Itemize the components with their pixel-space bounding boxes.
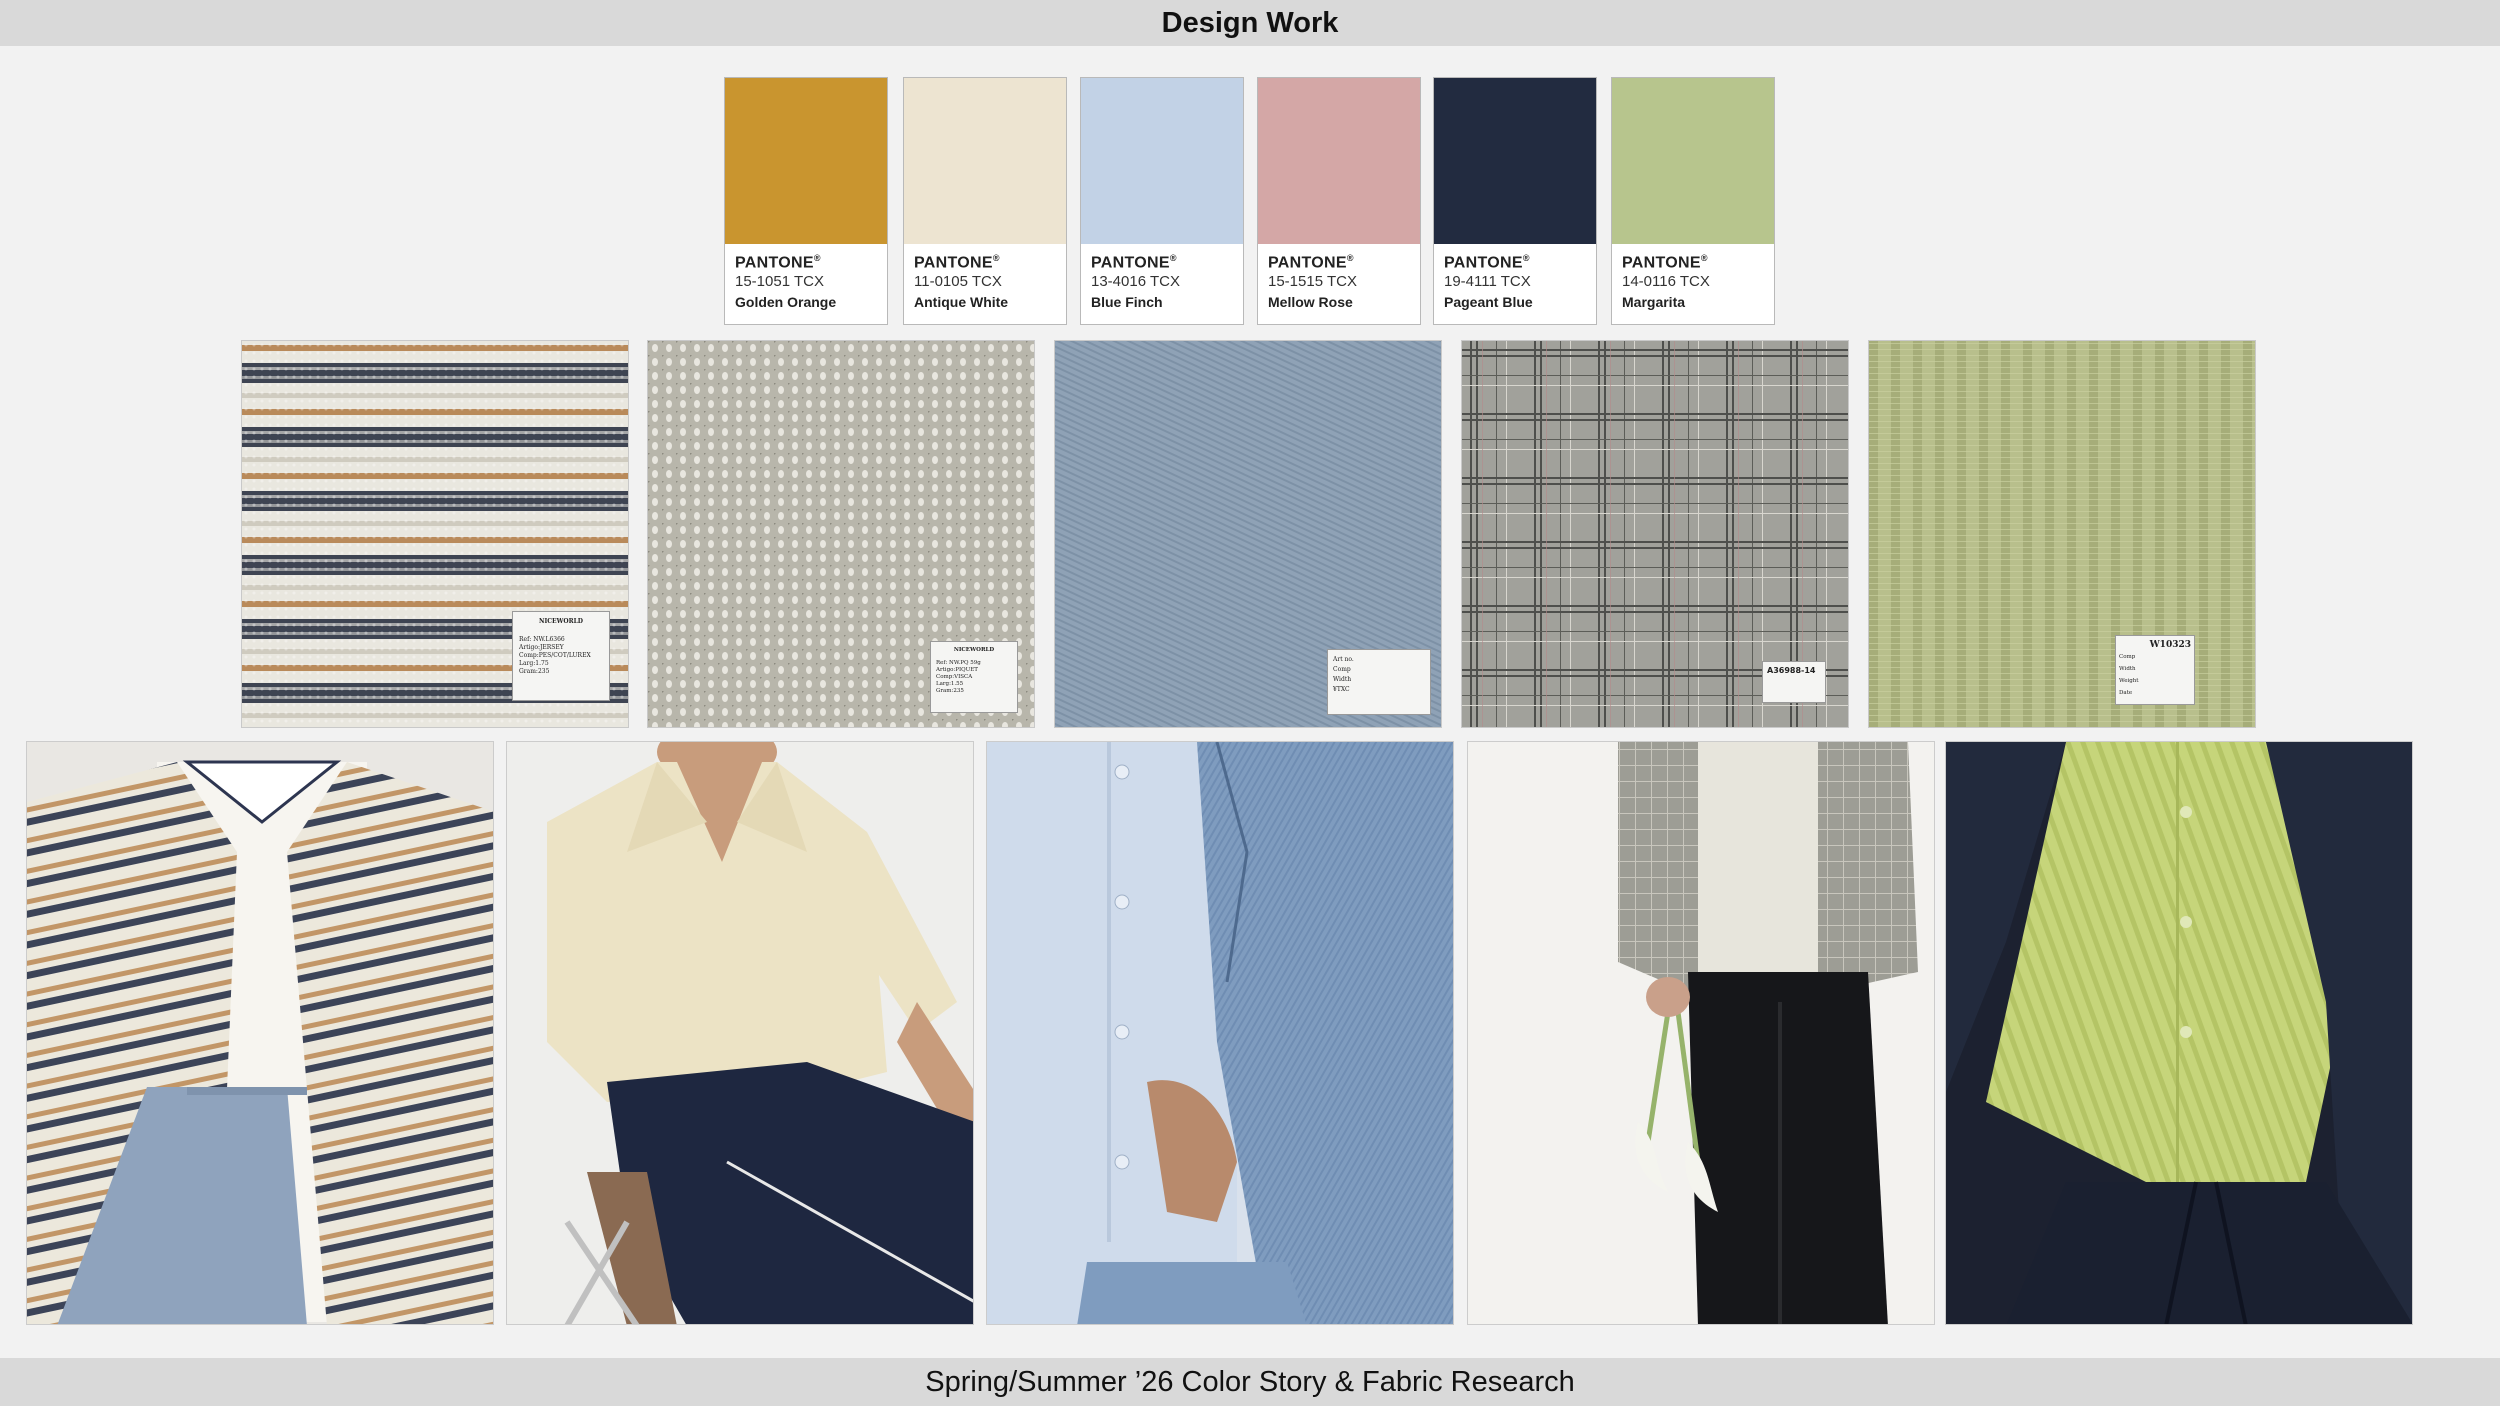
- chip-name: Mellow Rose: [1268, 294, 1353, 311]
- color-swatch: [904, 78, 1066, 244]
- fabric-label-tag: A36988-14: [1762, 661, 1826, 703]
- fabric-swatch-striped-knit: NICEWORLD Ref: NW.L6366 Artigo:JERSEY Co…: [241, 340, 629, 728]
- tag-line: Larg:1.55: [936, 681, 964, 687]
- tag-line: Comp:PES/COT/LUREX: [519, 652, 591, 659]
- chip-code: 13-4016 TCX: [1091, 273, 1180, 291]
- chip-code: 11-0105 TCX: [914, 273, 1002, 291]
- pantone-chip-antique-white: PANTONE® 11-0105 TCX Antique White: [903, 77, 1067, 325]
- cream-knit-polo-look-image: [507, 742, 973, 1324]
- chip-brand: PANTONE®: [1091, 253, 1177, 272]
- blue-shirt-denim-jacket-look-image: [987, 742, 1453, 1324]
- fabric-swatch-blue-twill: Art no. Comp Width ¥TXC: [1054, 340, 1442, 728]
- seersucker-icon: [1869, 341, 2255, 727]
- pantone-chip-pageant-blue: PANTONE® 19-4111 TCX Pageant Blue: [1433, 77, 1597, 325]
- tag-line: A36988-14: [1767, 666, 1816, 675]
- chip-code: 19-4111 TCX: [1444, 273, 1531, 291]
- grey-plaid-jacket-calla-lily-look-image: [1468, 742, 1934, 1324]
- footer-caption: Spring/Summer ’26 Color Story & Fabric R…: [925, 1365, 1575, 1398]
- fabric-swatch-seersucker: W10323 Comp Width Weight Date: [1868, 340, 2256, 728]
- chip-brand: PANTONE®: [914, 253, 1000, 272]
- chip-code: 14-0116 TCX: [1622, 273, 1710, 291]
- tag-line: Larg:1.75: [519, 660, 549, 667]
- tag-line: Art no.: [1333, 656, 1354, 663]
- chip-brand: PANTONE®: [1444, 253, 1530, 272]
- chip-code: 15-1051 TCX: [735, 273, 824, 291]
- tag-line: Comp:VISCA: [936, 674, 973, 680]
- footer-bar: Spring/Summer ’26 Color Story & Fabric R…: [0, 1358, 2500, 1406]
- chip-brand: PANTONE®: [735, 253, 821, 272]
- tag-line: Ref: NW.L6366: [519, 636, 565, 643]
- fabric-label-tag: NICEWORLD Ref: NW.PQ 59g Artigo:PIQUET C…: [930, 641, 1018, 713]
- tag-line: Comp: [1333, 666, 1351, 673]
- look-photo-cream-knit-polo: [506, 741, 974, 1325]
- chip-name: Pageant Blue: [1444, 294, 1533, 311]
- color-swatch: [1258, 78, 1420, 244]
- look-photo-green-seersucker-shirt: [1945, 741, 2413, 1325]
- chip-brand: PANTONE®: [1268, 253, 1354, 272]
- color-swatch: [1434, 78, 1596, 244]
- chip-name: Margarita: [1622, 294, 1686, 311]
- tag-line: Weight: [2119, 678, 2139, 684]
- pantone-chip-blue-finch: PANTONE® 13-4016 TCX Blue Finch: [1080, 77, 1244, 325]
- striped-overshirt-look-image: [27, 742, 493, 1324]
- tag-line: Width: [1333, 676, 1352, 683]
- tag-brand: NICEWORLD: [538, 618, 583, 625]
- chip-brand: PANTONE®: [1622, 253, 1708, 272]
- tag-line: Gram:235: [519, 668, 550, 675]
- chip-name: Antique White: [914, 294, 1009, 311]
- pantone-chip-golden-orange: PANTONE® 15-1051 TCX Golden Orange: [724, 77, 888, 325]
- pantone-chip-margarita: PANTONE® 14-0116 TCX Margarita: [1611, 77, 1775, 325]
- fabric-swatch-pointelle-knit: NICEWORLD Ref: NW.PQ 59g Artigo:PIQUET C…: [647, 340, 1035, 728]
- tag-line: Ref: NW.PQ 59g: [936, 660, 981, 666]
- tag-line: Artigo:PIQUET: [936, 667, 978, 673]
- fabric-label-tag: W10323 Comp Width Weight Date: [2115, 635, 2195, 705]
- tag-brand: NICEWORLD: [953, 647, 995, 653]
- look-photo-blue-shirt-denim-jacket: [986, 741, 1454, 1325]
- fabric-label-tag: Art no. Comp Width ¥TXC: [1327, 649, 1431, 715]
- tag-line: Width: [2119, 666, 2136, 672]
- page-title: Design Work: [1161, 6, 1339, 39]
- look-photo-striped-overshirt: [26, 741, 494, 1325]
- look-photo-grey-plaid-jacket: [1467, 741, 1935, 1325]
- tag-line: Artigo:JERSEY: [519, 644, 564, 651]
- color-swatch: [1081, 78, 1243, 244]
- tag-line: Comp: [2119, 654, 2136, 660]
- green-seersucker-shirt-navy-jacket-look-image: [1946, 742, 2412, 1324]
- tag-brand: W10323: [2149, 640, 2191, 650]
- pantone-chip-mellow-rose: PANTONE® 15-1515 TCX Mellow Rose: [1257, 77, 1421, 325]
- color-swatch: [725, 78, 887, 244]
- header-bar: Design Work: [0, 0, 2500, 46]
- color-swatch: [1612, 78, 1774, 244]
- chip-code: 15-1515 TCX: [1268, 273, 1357, 291]
- tag-line: ¥TXC: [1333, 686, 1350, 693]
- tag-line: Date: [2119, 690, 2133, 696]
- chip-name: Blue Finch: [1091, 294, 1163, 311]
- fabric-label-tag: NICEWORLD Ref: NW.L6366 Artigo:JERSEY Co…: [512, 611, 610, 701]
- chip-name: Golden Orange: [735, 294, 837, 311]
- tag-line: Gram:235: [936, 688, 964, 694]
- fabric-swatch-glen-plaid: A36988-14: [1461, 340, 1849, 728]
